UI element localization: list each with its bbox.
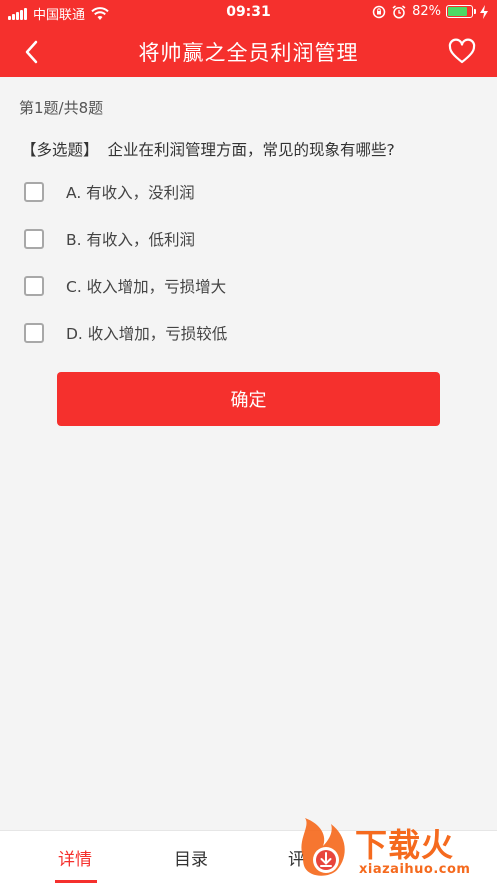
confirm-button[interactable]: 确定: [57, 372, 440, 426]
battery-percent: 82%: [412, 4, 441, 19]
checkbox[interactable]: [24, 276, 44, 296]
flame-logo-icon: [301, 818, 345, 876]
checkbox[interactable]: [24, 323, 44, 343]
orientation-lock-icon: [372, 5, 386, 18]
question-type-tag: 【多选题】: [21, 141, 99, 159]
alarm-icon: [392, 4, 406, 19]
checkbox[interactable]: [24, 182, 44, 202]
battery-level-fill: [448, 7, 467, 16]
status-bar: 中国联通 09:31 82%: [0, 0, 497, 26]
navigation-bar: 将帅赢之全员利润管理: [0, 26, 497, 77]
option-b[interactable]: B. 有收入，低利润: [24, 227, 195, 251]
option-label: D. 收入增加，亏损较低: [66, 325, 228, 343]
watermark-domain: xiazaihuo.com: [359, 862, 471, 877]
charging-icon: [480, 4, 488, 19]
watermark-brand: 下载火: [355, 826, 455, 864]
question-stem: 【多选题】 企业在利润管理方面，常见的现象有哪些?: [21, 138, 395, 160]
option-label: A. 有收入，没利润: [66, 184, 195, 202]
question-text: 企业在利润管理方面，常见的现象有哪些?: [107, 141, 395, 159]
battery-icon: [446, 5, 476, 18]
tab-catalog[interactable]: 目录: [174, 845, 208, 870]
option-d[interactable]: D. 收入增加，亏损较低: [24, 321, 227, 345]
app-header: 中国联通 09:31 82% 将帅赢之全员利润管理: [0, 0, 497, 77]
checkbox[interactable]: [24, 229, 44, 249]
question-counter: 第1题/共8题: [19, 99, 104, 117]
option-a[interactable]: A. 有收入，没利润: [24, 180, 195, 204]
page-title: 将帅赢之全员利润管理: [138, 41, 359, 65]
option-label: C. 收入增加，亏损增大: [66, 278, 227, 296]
heart-icon[interactable]: [447, 37, 477, 67]
watermark: 下载火 xiazaihuo.com: [293, 816, 497, 883]
tab-details[interactable]: 详情: [58, 845, 92, 870]
status-bar-right: 82%: [372, 4, 489, 19]
option-c[interactable]: C. 收入增加，亏损增大: [24, 274, 226, 298]
option-label: B. 有收入，低利润: [66, 231, 195, 249]
